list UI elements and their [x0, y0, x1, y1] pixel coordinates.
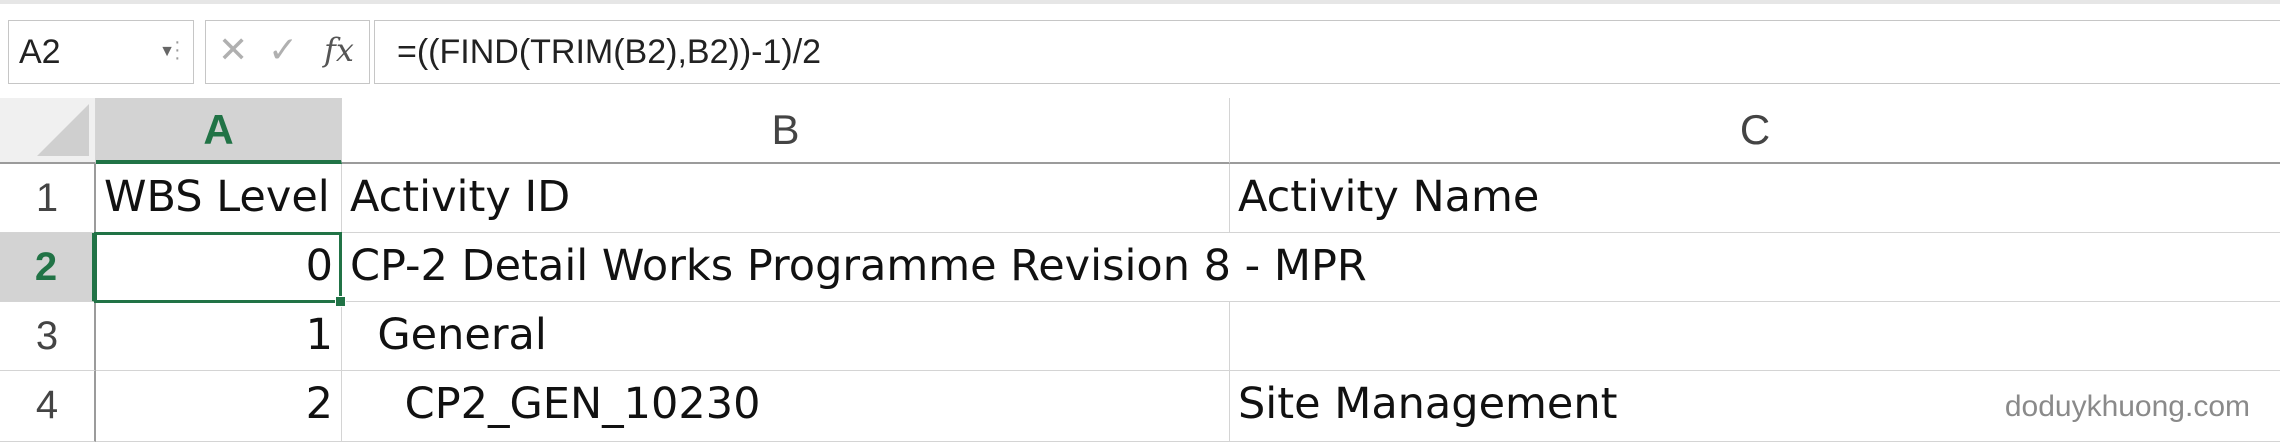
row-header-3[interactable]: 3 [0, 302, 96, 371]
row-header-2[interactable]: 2 [0, 233, 96, 302]
formula-bar: A2 ▼ · · · ✕ ✓ fx =((FIND(TRIM(B2),B2))-1)… [0, 4, 2280, 99]
select-all-triangle-icon [37, 104, 89, 156]
cell-c3[interactable] [1230, 302, 2280, 371]
cell-b4[interactable]: CP2_GEN_10230 [342, 371, 1230, 442]
column-header-a[interactable]: A [96, 98, 342, 164]
formula-text: =((FIND(TRIM(B2),B2))-1)/2 [397, 33, 822, 71]
select-all-button[interactable] [0, 98, 96, 164]
cell-a3[interactable]: 1 [96, 302, 342, 371]
insert-function-icon[interactable]: fx [324, 31, 354, 69]
cell-b2[interactable]: CP-2 Detail Works Programme Revision 8 -… [342, 233, 2280, 302]
cell-b3[interactable]: General [342, 302, 1230, 371]
cell-c1[interactable]: Activity Name [1230, 164, 2280, 233]
cell-a2[interactable]: 0 [96, 233, 342, 302]
column-header-b[interactable]: B [342, 98, 1230, 164]
fill-handle[interactable] [335, 296, 346, 307]
splitter-dots-icon[interactable]: · · · [174, 32, 181, 68]
row-header-4[interactable]: 4 [0, 371, 96, 442]
name-box-value: A2 [19, 33, 61, 71]
cell-a1[interactable]: WBS Level [96, 164, 342, 233]
chevron-down-icon[interactable]: ▼ [159, 43, 175, 61]
name-box[interactable]: A2 ▼ [8, 20, 194, 84]
column-header-c[interactable]: C [1230, 98, 2280, 164]
cell-a4[interactable]: 2 [96, 371, 342, 442]
formula-input[interactable]: =((FIND(TRIM(B2),B2))-1)/2 [374, 20, 2280, 84]
watermark: doduykhuong.com [2004, 390, 2250, 423]
formula-buttons: ✕ ✓ fx [205, 20, 370, 84]
cell-b1[interactable]: Activity ID [342, 164, 1230, 233]
cancel-icon[interactable]: ✕ [218, 29, 248, 71]
row-header-1[interactable]: 1 [0, 164, 96, 233]
enter-icon[interactable]: ✓ [268, 29, 298, 71]
